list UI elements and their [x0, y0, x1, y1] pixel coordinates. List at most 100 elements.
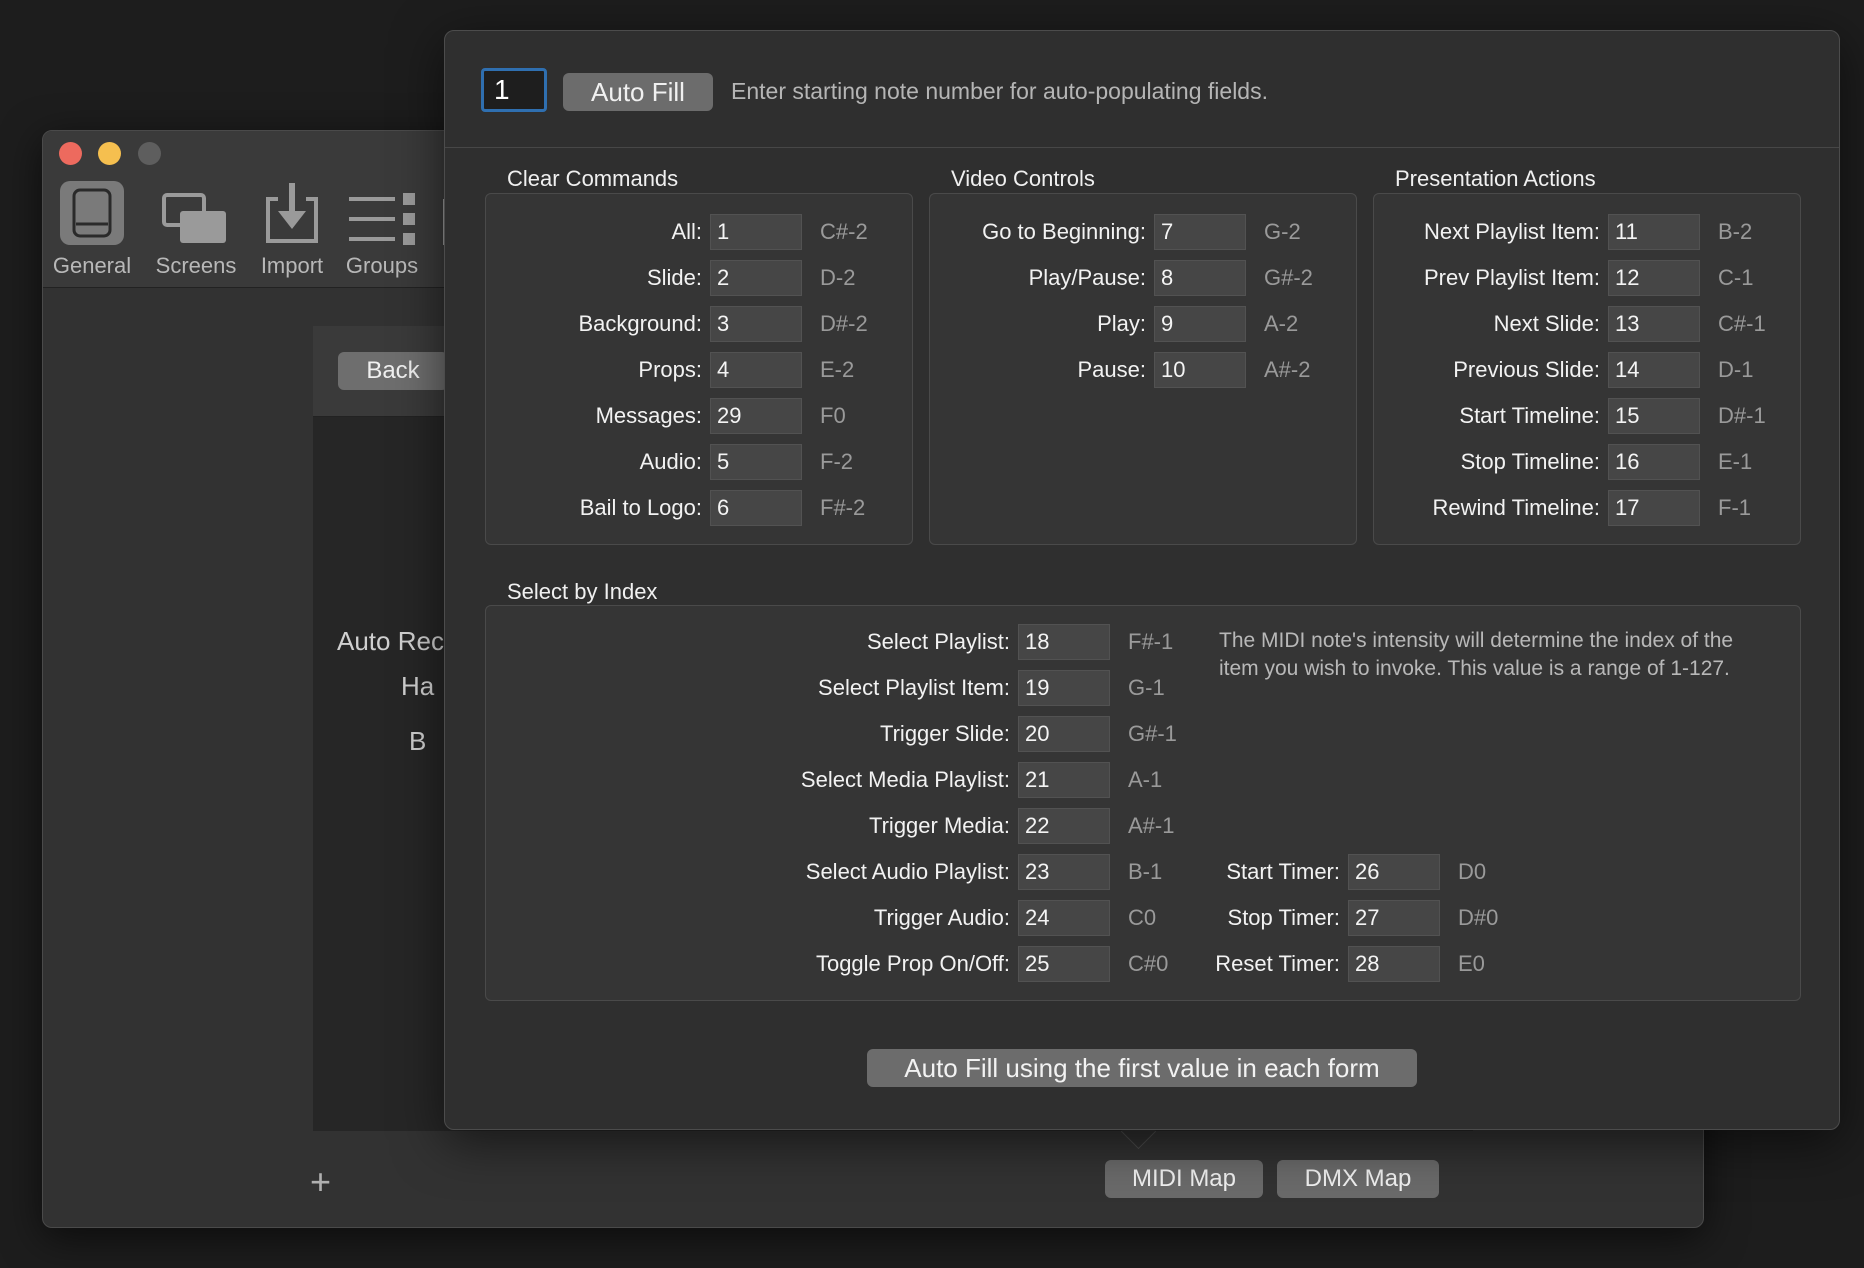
select-index-note-input[interactable]: 18 — [1018, 624, 1110, 660]
video-control-note-input[interactable]: 10 — [1154, 352, 1246, 388]
clear-command-row: Messages: 29 F0 — [486, 398, 912, 434]
presentation-action-label: Next Slide: — [1493, 311, 1600, 336]
toolbar-general-label: General — [52, 253, 132, 278]
presentation-action-label: Prev Playlist Item: — [1423, 265, 1600, 290]
starting-note-input[interactable]: 1 — [481, 68, 547, 112]
clear-command-note-input[interactable]: 3 — [710, 306, 802, 342]
clear-command-row: Props: 4 E-2 — [486, 352, 912, 388]
presentation-actions-title: Presentation Actions — [1395, 166, 1596, 191]
clear-command-note-input[interactable]: 5 — [710, 444, 802, 480]
timer-label: Stop Timer: — [1227, 905, 1340, 930]
timer-note-input[interactable]: 27 — [1348, 900, 1440, 936]
clear-command-label: Bail to Logo: — [579, 495, 702, 520]
toolbar-import[interactable]: Import — [253, 179, 331, 279]
presentation-actions-box: Next Playlist Item: 11 B-2 Prev Playlist It… — [1373, 193, 1801, 545]
presentation-action-note-name: C#-1 — [1718, 311, 1766, 336]
presentation-action-note-name: F-1 — [1718, 495, 1751, 520]
timer-note-input[interactable]: 26 — [1348, 854, 1440, 890]
clear-commands-title: Clear Commands — [507, 166, 679, 191]
timer-note-name: D#0 — [1458, 905, 1499, 930]
video-control-note-input[interactable]: 9 — [1154, 306, 1246, 342]
select-index-note-name: G#-1 — [1128, 721, 1177, 746]
timer-note-input[interactable]: 28 — [1348, 946, 1440, 982]
presentation-action-note-input[interactable]: 17 — [1608, 490, 1700, 526]
presentation-action-note-name: B-2 — [1718, 219, 1753, 244]
toolbar-general[interactable]: General — [51, 179, 133, 279]
timer-label: Start Timer: — [1226, 859, 1340, 884]
select-index-row: Trigger Media: 22 A#-1 — [486, 808, 1800, 844]
select-index-label: Select Media Playlist: — [800, 767, 1010, 792]
general-icon — [60, 181, 124, 245]
video-control-note-name: A-2 — [1264, 311, 1299, 336]
clear-command-label: Props: — [638, 357, 702, 382]
select-index-row: Select Media Playlist: 21 A-1 — [486, 762, 1800, 798]
select-index-note-name: F#-1 — [1128, 629, 1174, 654]
video-control-note-input[interactable]: 8 — [1154, 260, 1246, 296]
clear-command-note-input[interactable]: 4 — [710, 352, 802, 388]
presentation-action-row: Stop Timeline: 16 E-1 — [1374, 444, 1800, 480]
clear-command-row: Audio: 5 F-2 — [486, 444, 912, 480]
presentation-action-note-input[interactable]: 12 — [1608, 260, 1700, 296]
select-by-index-title: Select by Index — [507, 579, 658, 604]
presentation-action-note-name: D-1 — [1718, 357, 1754, 382]
b-label: B — [409, 726, 427, 756]
clear-command-note-name: D#-2 — [820, 311, 868, 336]
toolbar-import-label: Import — [260, 253, 324, 278]
clear-command-label: Slide: — [646, 265, 702, 290]
import-icon — [266, 183, 318, 243]
presentation-action-label: Stop Timeline: — [1460, 449, 1600, 474]
presentation-action-note-name: E-1 — [1718, 449, 1753, 474]
video-control-note-input[interactable]: 7 — [1154, 214, 1246, 250]
select-index-note-input[interactable]: 19 — [1018, 670, 1110, 706]
select-index-note-input[interactable]: 21 — [1018, 762, 1110, 798]
video-control-note-name: A#-2 — [1264, 357, 1311, 382]
close-window-button[interactable] — [59, 142, 82, 165]
select-index-label: Select Playlist: — [866, 629, 1010, 654]
presentation-action-note-input[interactable]: 13 — [1608, 306, 1700, 342]
clear-command-row: Bail to Logo: 6 F#-2 — [486, 490, 912, 526]
video-controls-title: Video Controls — [951, 166, 1095, 191]
video-control-label: Go to Beginning: — [982, 219, 1146, 244]
midi-map-button[interactable]: MIDI Map — [1105, 1160, 1263, 1198]
presentation-action-note-input[interactable]: 15 — [1608, 398, 1700, 434]
timer-note-name: E0 — [1458, 951, 1485, 976]
clear-command-label: All: — [671, 219, 702, 244]
timer-label: Reset Timer: — [1215, 951, 1340, 976]
clear-command-note-name: E-2 — [820, 357, 855, 382]
minimize-window-button[interactable] — [98, 142, 121, 165]
select-index-note-input[interactable]: 20 — [1018, 716, 1110, 752]
auto-fill-hint: Enter starting note number for auto-popu… — [731, 78, 1268, 104]
clear-command-note-input[interactable]: 6 — [710, 490, 802, 526]
select-index-note-name: A#-1 — [1128, 813, 1175, 838]
toolbar-screens[interactable]: Screens — [151, 179, 241, 279]
add-button[interactable]: + — [310, 1161, 331, 1203]
presentation-action-note-input[interactable]: 11 — [1608, 214, 1700, 250]
select-index-label: Trigger Slide: — [879, 721, 1010, 746]
clear-command-note-input[interactable]: 1 — [710, 214, 802, 250]
select-index-label: Select Playlist Item: — [818, 675, 1010, 700]
toolbar-groups[interactable]: Groups — [339, 179, 425, 279]
auto-fill-first-values-button[interactable]: Auto Fill using the first value in each … — [867, 1049, 1417, 1087]
presentation-action-note-input[interactable]: 14 — [1608, 352, 1700, 388]
clear-command-note-name: D-2 — [820, 265, 856, 290]
clear-command-row: Slide: 2 D-2 — [486, 260, 912, 296]
clear-command-row: All: 1 C#-2 — [486, 214, 912, 250]
midi-map-popover: 1 Auto Fill Enter starting note number f… — [444, 30, 1840, 1130]
toolbar-screens-label: Screens — [155, 253, 237, 278]
presentation-action-note-input[interactable]: 16 — [1608, 444, 1700, 480]
zoom-window-button[interactable] — [138, 142, 161, 165]
index-info-text: The MIDI note's intensity will determine… — [1219, 629, 1734, 680]
clear-command-label: Audio: — [639, 449, 702, 474]
select-index-note-input[interactable]: 22 — [1018, 808, 1110, 844]
clear-command-note-input[interactable]: 2 — [710, 260, 802, 296]
back-button[interactable]: Back — [338, 352, 448, 390]
select-index-label: Trigger Media: — [868, 813, 1010, 838]
timer-note-name: D0 — [1458, 859, 1487, 884]
timer-row: Reset Timer: 28 E0 — [486, 946, 1800, 982]
auto-fill-button[interactable]: Auto Fill — [563, 73, 713, 111]
clear-command-note-name: C#-2 — [820, 219, 868, 244]
dmx-map-button[interactable]: DMX Map — [1277, 1160, 1439, 1198]
clear-command-note-input[interactable]: 29 — [710, 398, 802, 434]
presentation-action-note-name: D#-1 — [1718, 403, 1766, 428]
presentation-action-label: Start Timeline: — [1459, 403, 1600, 428]
